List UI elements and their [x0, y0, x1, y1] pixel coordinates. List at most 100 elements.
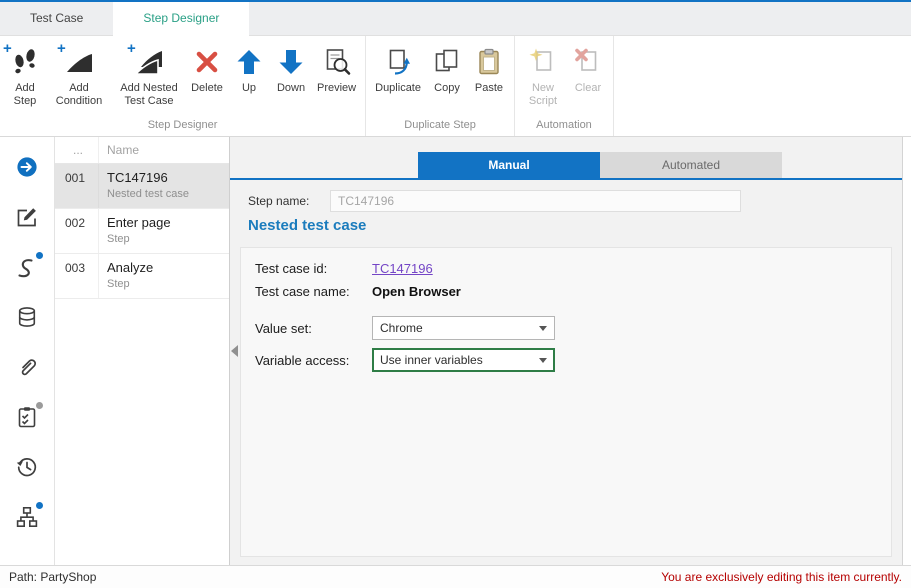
variable-access-dropdown[interactable]: Use inner variables — [372, 348, 555, 372]
ribbon-button-label: Add Nested Test Case — [117, 82, 181, 108]
step-list-panel: ... Name 001 TC147196 Nested test case 0… — [55, 137, 230, 565]
column-header-dots[interactable]: ... — [55, 137, 99, 163]
new-script-button[interactable]: New Script — [519, 38, 567, 108]
step-number: 003 — [55, 254, 99, 298]
arrow-up-icon — [233, 46, 265, 78]
ribbon-button-label: Delete — [191, 82, 223, 95]
rail-item-checklist[interactable] — [7, 399, 47, 439]
paperclip-icon — [15, 355, 39, 384]
arrow-down-icon — [275, 46, 307, 78]
plus-badge-icon: + — [57, 40, 66, 57]
add-step-button[interactable]: + Add Step — [4, 38, 46, 108]
tab-manual[interactable]: Manual — [418, 152, 600, 178]
test-case-name-value: Open Browser — [372, 284, 461, 299]
ribbon-button-label: Down — [277, 82, 305, 95]
rail-item-attachments[interactable] — [7, 349, 47, 389]
ribbon-button-label: Preview — [317, 82, 356, 95]
variable-access-label: Variable access: — [255, 353, 372, 368]
ribbon-button-label: Up — [242, 82, 256, 95]
left-icon-rail — [0, 137, 55, 565]
rail-item-history[interactable] — [7, 449, 47, 489]
duplicate-button[interactable]: Duplicate — [370, 38, 426, 95]
new-script-icon — [527, 46, 559, 78]
app-window: Test Case Step Designer + Add Step — [0, 0, 911, 588]
rail-item-open[interactable] — [7, 149, 47, 189]
paste-icon — [473, 46, 505, 78]
tab-test-case[interactable]: Test Case — [0, 2, 113, 35]
ribbon-button-label: Duplicate — [375, 82, 421, 95]
value-set-dropdown[interactable]: Chrome — [372, 316, 555, 340]
open-arrow-circle-icon — [15, 155, 39, 184]
page-title: Nested test case — [248, 217, 366, 234]
step-name-label: Step name: — [248, 194, 330, 208]
step-name-input[interactable] — [330, 190, 741, 212]
rail-item-data[interactable] — [7, 299, 47, 339]
copy-icon — [431, 46, 463, 78]
value-set-selected: Chrome — [380, 321, 423, 335]
path-label: Path: PartyShop — [9, 570, 96, 584]
step-number: 001 — [55, 164, 99, 208]
value-set-label: Value set: — [255, 321, 372, 336]
ribbon-button-label: Add Step — [10, 82, 40, 108]
manual-automated-tabs: Manual Automated — [418, 152, 782, 178]
step-title: TC147196 — [107, 170, 223, 185]
status-bar: Path: PartyShop You are exclusively edit… — [0, 565, 911, 588]
ribbon-button-label: New Script — [524, 82, 562, 108]
ribbon-button-label: Clear — [575, 82, 601, 95]
copy-button[interactable]: Copy — [426, 38, 468, 95]
up-button[interactable]: Up — [228, 38, 270, 95]
collapse-panel-arrow[interactable] — [231, 345, 238, 357]
delete-button[interactable]: Delete — [186, 38, 228, 95]
exclusive-edit-message: You are exclusively editing this item cu… — [661, 570, 902, 584]
step-row-002[interactable]: 002 Enter page Step — [55, 209, 229, 254]
ribbon-button-label: Paste — [475, 82, 503, 95]
edit-pencil-icon — [15, 205, 39, 234]
form-row-test-case-id: Test case id: TC147196 — [255, 261, 877, 276]
step-name-row: Step name: — [248, 189, 741, 213]
ribbon: + Add Step + Add Condition — [0, 36, 911, 137]
notification-dot — [36, 402, 43, 409]
checklist-clipboard-icon — [15, 405, 39, 434]
step-number: 002 — [55, 209, 99, 253]
step-detail-panel: Manual Automated Step name: Nested test … — [230, 137, 903, 565]
duplicate-icon — [382, 46, 414, 78]
test-case-id-link[interactable]: TC147196 — [372, 261, 433, 276]
notification-dot — [36, 502, 43, 509]
step-list-header: ... Name — [55, 137, 229, 164]
step-subtitle: Step — [107, 233, 223, 245]
step-title: Analyze — [107, 260, 223, 275]
form-row-variable-access: Variable access: Use inner variables — [255, 348, 877, 372]
document-tabbar: Test Case Step Designer — [0, 2, 911, 36]
ribbon-group-step-designer: + Add Step + Add Condition — [0, 36, 366, 136]
ribbon-button-label: Add Condition — [51, 82, 107, 108]
history-clock-icon — [15, 455, 39, 484]
add-step-icon: + — [9, 46, 41, 78]
down-button[interactable]: Down — [270, 38, 312, 95]
ribbon-group-label: Step Designer — [4, 117, 361, 136]
add-nested-test-case-button[interactable]: + Add Nested Test Case — [112, 38, 186, 108]
step-row-003[interactable]: 003 Analyze Step — [55, 254, 229, 299]
tab-automated[interactable]: Automated — [600, 152, 782, 178]
rail-item-hierarchy[interactable] — [7, 499, 47, 539]
add-condition-icon: + — [63, 46, 95, 78]
rail-item-edit[interactable] — [7, 199, 47, 239]
step-row-001[interactable]: 001 TC147196 Nested test case — [55, 164, 229, 209]
ribbon-group-label: Automation — [519, 117, 609, 136]
test-case-name-label: Test case name: — [255, 284, 372, 299]
tab-step-designer[interactable]: Step Designer — [113, 2, 249, 36]
clear-button[interactable]: Clear — [567, 38, 609, 95]
notification-dot — [36, 252, 43, 259]
ribbon-button-label: Copy — [434, 82, 460, 95]
variable-access-selected: Use inner variables — [380, 353, 483, 367]
preview-button[interactable]: Preview — [312, 38, 361, 95]
add-condition-button[interactable]: + Add Condition — [46, 38, 112, 108]
step-title: Enter page — [107, 215, 223, 230]
form-row-test-case-name: Test case name: Open Browser — [255, 284, 877, 299]
tab-underline — [230, 178, 902, 180]
column-header-name[interactable]: Name — [99, 137, 229, 163]
rail-item-test-steps[interactable] — [7, 249, 47, 289]
clear-icon — [572, 46, 604, 78]
step-subtitle: Step — [107, 278, 223, 290]
ribbon-group-automation: New Script Clear Automation — [515, 36, 614, 136]
paste-button[interactable]: Paste — [468, 38, 510, 95]
